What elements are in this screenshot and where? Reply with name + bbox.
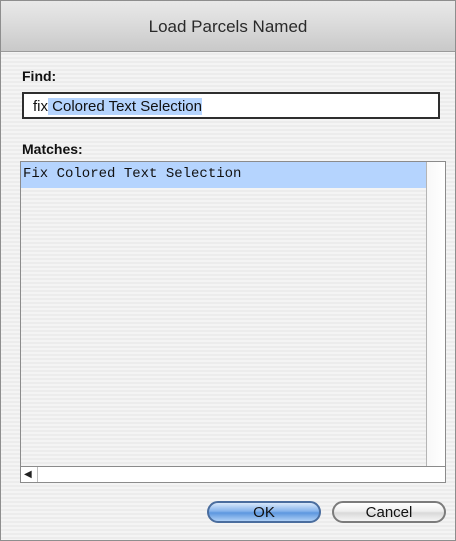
vertical-scrollbar[interactable] [426,162,445,466]
ok-button[interactable]: OK [207,501,321,523]
horizontal-scrollbar[interactable]: ◀ [20,467,446,483]
find-input-text: fix Colored Text Selection [33,98,202,115]
list-item-label: Fix Colored Text Selection [23,166,242,182]
load-parcels-dialog: Load Parcels Named Find: fix Colored Tex… [0,0,456,541]
scroll-left-arrow-icon[interactable]: ◀ [24,469,32,480]
find-label: Find: [22,68,57,84]
find-selected-text: Colored Text Selection [48,98,202,115]
matches-label: Matches: [22,141,83,157]
cancel-button[interactable]: Cancel [332,501,446,523]
scrollbar-divider [37,467,38,482]
dialog-title: Load Parcels Named [148,17,308,36]
matches-list[interactable]: Fix Colored Text Selection [20,161,446,467]
title-bar[interactable]: Load Parcels Named [1,1,455,52]
find-input[interactable]: fix Colored Text Selection [22,92,440,119]
find-typed-text: fix [33,98,48,115]
list-item[interactable]: Fix Colored Text Selection [21,162,427,188]
